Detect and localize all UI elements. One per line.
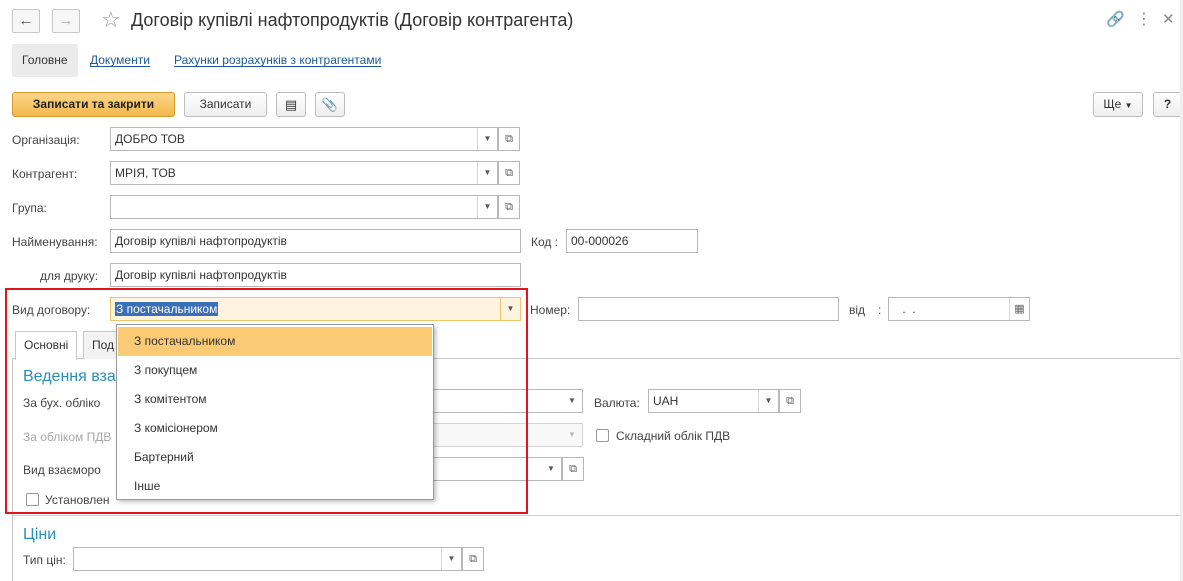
code-label: Код :: [531, 235, 559, 249]
open-window-icon: ⧉: [505, 167, 513, 179]
report-button[interactable]: ▤: [276, 92, 306, 117]
open-counterparty-button[interactable]: ⧉: [498, 161, 520, 185]
open-currency-button[interactable]: ⧉: [779, 389, 801, 413]
chevron-down-icon[interactable]: ▼: [562, 390, 582, 412]
organization-label: Організація:: [12, 133, 80, 147]
highlight-box: [5, 288, 528, 514]
open-window-icon: ⧉: [569, 463, 577, 475]
attach-button[interactable]: 📎: [315, 92, 345, 117]
chevron-down-icon[interactable]: ▼: [477, 162, 497, 184]
counterparty-field[interactable]: МРІЯ, ТОВ ▼: [110, 161, 498, 185]
forward-button[interactable]: →: [52, 9, 80, 33]
chevron-down-icon[interactable]: ▼: [441, 548, 461, 570]
open-window-icon: ⧉: [505, 201, 513, 213]
complex-vat-label: Складний облік ПДВ: [616, 429, 731, 443]
chevron-down-icon: ▼: [1124, 101, 1133, 110]
number-label: Номер:: [530, 303, 571, 317]
section-divider: [13, 515, 1181, 516]
name-field[interactable]: Договір купівлі нафтопродуктів: [110, 229, 521, 253]
open-window-icon: ⧉: [505, 133, 513, 145]
save-button[interactable]: Записати: [184, 92, 267, 117]
number-field[interactable]: [578, 297, 839, 321]
arrow-right-icon: →: [58, 12, 74, 29]
more-button[interactable]: Ще ▼: [1093, 92, 1143, 117]
chevron-down-icon[interactable]: ▼: [758, 390, 778, 412]
nav-tab-documents[interactable]: Документи: [80, 44, 160, 77]
currency-value: UAH: [653, 394, 679, 408]
chevron-down-icon: ▼: [568, 430, 576, 439]
open-window-icon: ⧉: [786, 395, 794, 407]
currency-label: Валюта:: [594, 396, 640, 410]
nav-tab-accounts[interactable]: Рахунки розрахунків з контрагентами: [164, 44, 391, 77]
more-vertical-icon[interactable]: ⋮: [1136, 10, 1152, 30]
open-settlement-button[interactable]: ⧉: [562, 457, 584, 481]
name-label: Найменування:: [12, 235, 98, 249]
chevron-down-icon[interactable]: ▼: [477, 196, 497, 218]
calendar-icon[interactable]: ▦: [1009, 298, 1029, 320]
currency-field[interactable]: UAH ▼: [648, 389, 779, 413]
nav-tab-main[interactable]: Головне: [12, 44, 78, 77]
open-window-icon: ⧉: [469, 553, 477, 565]
date-field[interactable]: . . ▦: [888, 297, 1030, 321]
chevron-down-icon[interactable]: ▼: [477, 128, 497, 150]
code-field[interactable]: 00-000026: [566, 229, 698, 253]
counterparty-label: Контрагент:: [12, 167, 78, 181]
print-name-field[interactable]: Договір купівлі нафтопродуктів: [110, 263, 521, 287]
open-price-type-button[interactable]: ⧉: [462, 547, 484, 571]
back-button[interactable]: ←: [12, 9, 40, 33]
paperclip-icon: 📎: [321, 97, 339, 112]
help-button[interactable]: ?: [1153, 92, 1182, 117]
date-value: . .: [899, 302, 916, 316]
close-icon[interactable]: ✕: [1162, 10, 1175, 30]
price-type-label: Тип цін:: [23, 553, 66, 567]
group-label: Група:: [12, 201, 47, 215]
open-organization-button[interactable]: ⧉: [498, 127, 520, 151]
group-field[interactable]: ▼: [110, 195, 498, 219]
page-title: Договір купівлі нафтопродуктів (Договір …: [131, 10, 574, 30]
print-name-label: для друку:: [40, 269, 99, 283]
save-and-close-button[interactable]: Записати та закрити: [12, 92, 175, 117]
more-label: Ще: [1103, 97, 1122, 111]
chevron-down-icon[interactable]: ▼: [541, 458, 561, 480]
open-group-button[interactable]: ⧉: [498, 195, 520, 219]
section-title-prices: Ціни: [23, 526, 57, 543]
arrow-left-icon: ←: [18, 12, 34, 29]
organization-value: ДОБРО ТОВ: [115, 132, 185, 146]
price-type-field[interactable]: ▼: [73, 547, 462, 571]
link-icon[interactable]: 🔗: [1106, 10, 1125, 30]
organization-field[interactable]: ДОБРО ТОВ ▼: [110, 127, 498, 151]
document-list-icon: ▤: [284, 97, 298, 112]
star-icon[interactable]: ☆: [101, 7, 121, 33]
counterparty-value: МРІЯ, ТОВ: [115, 166, 176, 180]
date-label: від: [849, 303, 866, 317]
date-colon: :: [878, 303, 882, 317]
complex-vat-checkbox[interactable]: [596, 429, 609, 442]
